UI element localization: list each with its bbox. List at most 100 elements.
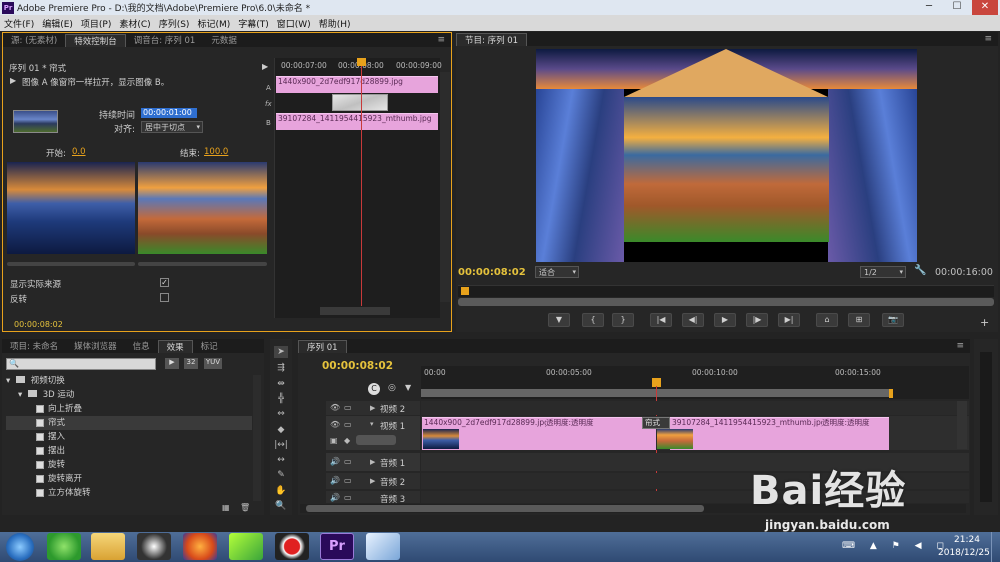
end-value[interactable]: 100.0: [204, 147, 228, 157]
tab-effect-controls[interactable]: 特效控制台: [65, 33, 126, 47]
ratio-dropdown[interactable]: 1/2 ▾: [860, 266, 906, 278]
slip-tool-icon[interactable]: |↔|: [274, 439, 288, 451]
mark-out-button[interactable]: }: [612, 313, 634, 327]
eye-icon[interactable]: 👁: [330, 403, 340, 412]
add-button-icon[interactable]: +: [980, 316, 989, 329]
tab-audio-mixer[interactable]: 调音台: 序列 01: [126, 34, 204, 46]
marker-icon[interactable]: ▼: [405, 383, 411, 392]
expand-arrow-icon[interactable]: ▶: [370, 404, 375, 412]
minimize-button[interactable]: ─: [916, 0, 942, 15]
keyframe-nav[interactable]: [356, 435, 396, 445]
timeline-clip-2[interactable]: 39107284_1411954415923_mthumb.jpg 透明度:透明…: [670, 417, 889, 450]
slide-tool-icon[interactable]: ↔: [274, 454, 288, 466]
tab-project[interactable]: 项目: 未命名: [2, 340, 66, 352]
lift-button[interactable]: ⌂: [816, 313, 838, 327]
zoom-tool-icon[interactable]: 🔍: [274, 500, 288, 512]
play-transition-icon[interactable]: ▶: [10, 76, 16, 85]
show-desktop-button[interactable]: [991, 532, 1000, 562]
hand-tool-icon[interactable]: ✋: [274, 485, 288, 497]
speaker-icon[interactable]: 🔊: [330, 476, 340, 485]
ec-hscrollbar[interactable]: [320, 307, 390, 315]
menu-window[interactable]: 窗口(W): [277, 17, 311, 30]
tab-metadata[interactable]: 元数据: [203, 34, 245, 46]
timeline-transition[interactable]: 帘式: [642, 417, 670, 429]
program-zoom-bar[interactable]: [458, 298, 994, 306]
menu-title[interactable]: 字幕(T): [238, 17, 269, 30]
start-slider[interactable]: [7, 262, 135, 266]
ec-transition-block[interactable]: [332, 94, 388, 111]
tab-media-browser[interactable]: 媒体浏览器: [66, 340, 125, 352]
delete-icon[interactable]: 🗑: [240, 503, 250, 512]
snap-icon[interactable]: C: [368, 383, 380, 395]
track-select-tool-icon[interactable]: ⇶: [274, 362, 288, 374]
bit-depth-icon[interactable]: 32: [184, 358, 198, 369]
work-area-end-marker[interactable]: [889, 389, 893, 398]
folder-video-transitions[interactable]: ▾ 视频切换: [6, 374, 252, 388]
duration-value[interactable]: 00:00:01:00: [141, 108, 197, 118]
360-browser-icon[interactable]: [47, 533, 81, 560]
wrench-icon[interactable]: 🔧: [914, 265, 926, 276]
menu-help[interactable]: 帮助(H): [319, 17, 351, 30]
timeline-timecode[interactable]: 00:00:08:02: [322, 360, 393, 372]
lane-video2[interactable]: [421, 401, 969, 415]
export-frame-button[interactable]: 📷: [882, 313, 904, 327]
go-to-in-button[interactable]: |◀: [650, 313, 672, 327]
razor-tool-icon[interactable]: ◆: [274, 424, 288, 436]
tab-sequence[interactable]: 序列 01: [298, 339, 347, 353]
tab-effects[interactable]: 效果: [157, 339, 193, 353]
end-slider[interactable]: [138, 262, 267, 266]
add-marker-button[interactable]: ▼: [548, 313, 570, 327]
expand-arrow-icon[interactable]: ▶: [370, 458, 375, 466]
menu-edit[interactable]: 编辑(E): [42, 17, 73, 30]
tab-program[interactable]: 节目: 序列 01: [456, 32, 528, 46]
timeline-menu-icon[interactable]: ≡: [956, 341, 964, 351]
keyframe-icon[interactable]: ◆: [344, 436, 350, 445]
qq-icon[interactable]: [137, 533, 171, 560]
display-style-icon[interactable]: ▣: [330, 436, 338, 445]
program-timecode[interactable]: 00:00:08:02: [458, 267, 526, 278]
mark-in-button[interactable]: {: [582, 313, 604, 327]
effect-item[interactable]: 向上折叠: [6, 402, 252, 416]
tab-info[interactable]: 信息: [125, 340, 158, 352]
media-player-icon[interactable]: [229, 533, 263, 560]
speaker-icon[interactable]: 🔊: [330, 457, 340, 466]
step-back-button[interactable]: ◀|: [682, 313, 704, 327]
firefox-icon[interactable]: [183, 533, 217, 560]
menu-sequence[interactable]: 序列(S): [159, 17, 190, 30]
program-scrub-bar[interactable]: [458, 285, 994, 297]
tab-markers[interactable]: 标记: [193, 340, 226, 352]
effect-item[interactable]: 旋转: [6, 458, 252, 472]
ec-clip-a[interactable]: 1440x900_2d7edf917d28899.jpg: [276, 76, 438, 93]
clock-date[interactable]: 2018/12/25: [938, 548, 990, 558]
ripple-edit-tool-icon[interactable]: ⇹: [274, 378, 288, 390]
lock-icon[interactable]: ▭: [344, 476, 352, 485]
align-dropdown[interactable]: 居中于切点 ▾: [141, 121, 203, 133]
go-to-out-button[interactable]: ▶|: [778, 313, 800, 327]
menu-file[interactable]: 文件(F): [4, 17, 34, 30]
extract-button[interactable]: ⊞: [848, 313, 870, 327]
notepad-icon[interactable]: [366, 533, 400, 560]
lock-icon[interactable]: ▭: [344, 457, 352, 466]
tab-source[interactable]: 源: (无素材): [3, 34, 65, 46]
timeline-vscroll[interactable]: [957, 401, 967, 449]
ec-scrollbar[interactable]: [440, 72, 450, 302]
lock-icon[interactable]: ▭: [344, 420, 352, 429]
show-source-checkbox[interactable]: ✓: [160, 278, 169, 287]
speaker-icon[interactable]: 🔊: [330, 493, 340, 502]
expand-arrow-icon[interactable]: ▶: [370, 477, 375, 485]
effect-item[interactable]: 旋转离开: [6, 472, 252, 486]
start-button[interactable]: [6, 533, 34, 561]
rolling-edit-tool-icon[interactable]: ╬: [274, 393, 288, 405]
step-forward-button[interactable]: |▶: [746, 313, 768, 327]
file-explorer-icon[interactable]: [91, 533, 125, 560]
effect-item[interactable]: 立方体旋转: [6, 486, 252, 500]
effect-item[interactable]: 摆入: [6, 430, 252, 444]
effect-item[interactable]: 摆出: [6, 444, 252, 458]
accelerated-effects-icon[interactable]: ▶: [165, 358, 179, 369]
eye-icon[interactable]: 👁: [330, 420, 340, 429]
pen-tool-icon[interactable]: ✎: [274, 469, 288, 481]
rate-stretch-tool-icon[interactable]: ⇔: [274, 408, 288, 420]
effects-search-input[interactable]: 🔍: [6, 358, 156, 370]
maximize-button[interactable]: ☐: [944, 0, 970, 15]
menu-project[interactable]: 项目(P): [81, 17, 111, 30]
